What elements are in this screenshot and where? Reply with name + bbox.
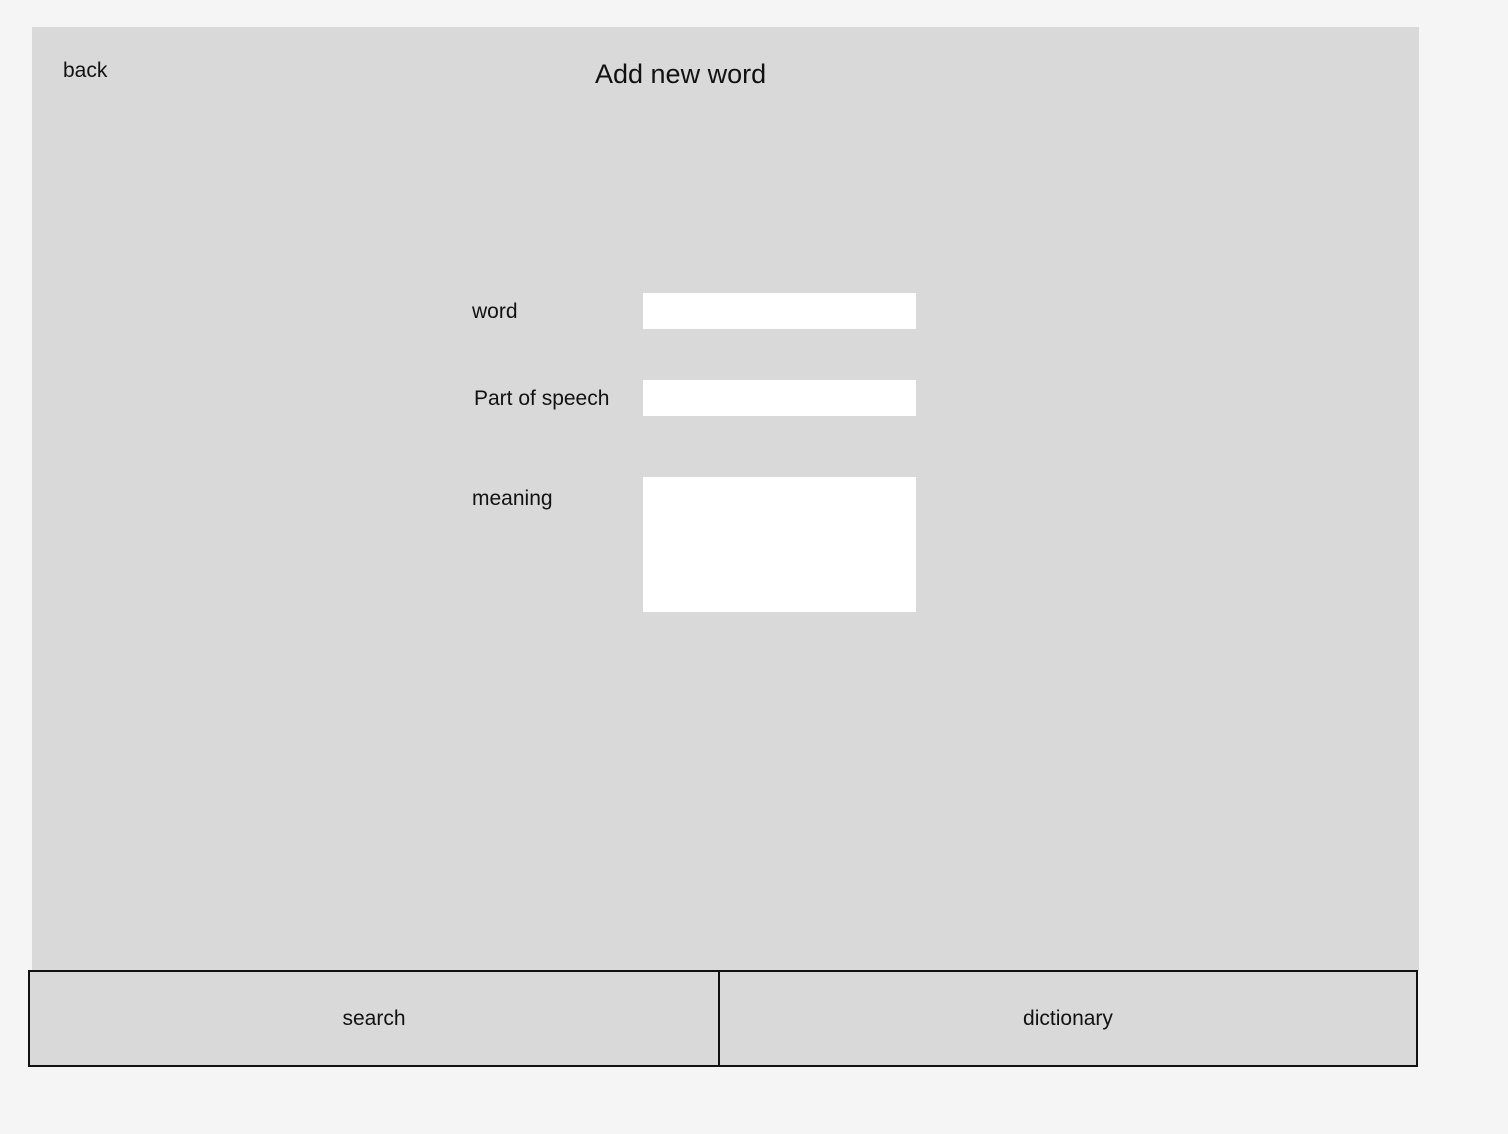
word-input[interactable]	[643, 293, 916, 329]
meaning-textarea[interactable]	[643, 477, 916, 612]
part-of-speech-label: Part of speech	[474, 387, 610, 410]
back-button[interactable]: back	[63, 58, 107, 84]
part-of-speech-input[interactable]	[643, 380, 916, 416]
tab-dictionary[interactable]: dictionary	[720, 972, 1416, 1065]
meaning-label: meaning	[472, 487, 553, 510]
word-label: word	[472, 300, 518, 323]
page-title: Add new word	[595, 59, 767, 89]
bottom-nav: search dictionary	[28, 970, 1418, 1067]
tab-search[interactable]: search	[30, 972, 720, 1065]
